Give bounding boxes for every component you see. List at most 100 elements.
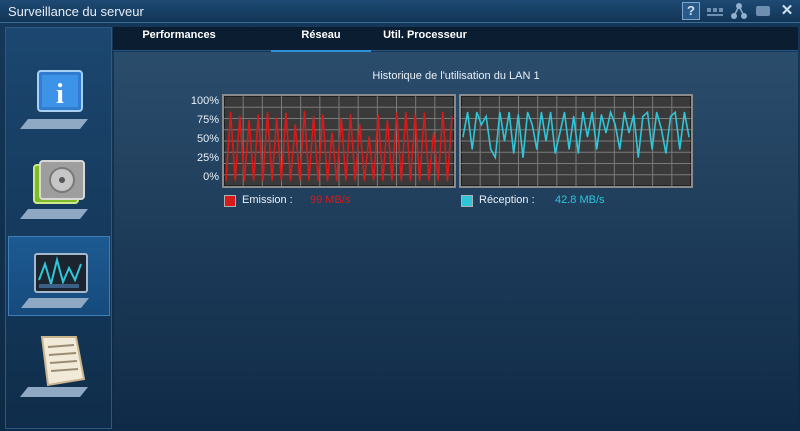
data-point <box>656 111 658 113</box>
data-point <box>467 111 469 113</box>
data-point <box>674 111 676 113</box>
data-point <box>289 179 292 181</box>
sidebar-item-log[interactable] <box>8 326 108 404</box>
data-point <box>225 179 227 181</box>
sidebar-item-monitor[interactable] <box>8 236 110 316</box>
data-point <box>266 111 269 113</box>
tab-reseau[interactable]: Réseau <box>271 27 371 53</box>
data-point <box>285 112 287 114</box>
data-point <box>536 148 538 150</box>
data-point <box>354 179 356 181</box>
data-point <box>391 179 393 181</box>
y-tick-label: 25% <box>196 152 219 164</box>
data-point <box>322 114 324 116</box>
data-point <box>660 128 662 130</box>
data-point <box>359 124 361 126</box>
data-point <box>559 132 561 134</box>
data-point <box>326 179 329 181</box>
network-panel: Historique de l'utilisation du LAN 1 100… <box>114 52 798 430</box>
data-point <box>377 114 379 116</box>
data-point <box>531 124 533 126</box>
data-point <box>517 114 519 116</box>
data-point <box>568 148 570 150</box>
data-point <box>563 111 566 113</box>
data-point <box>409 179 412 181</box>
data-point <box>303 110 306 113</box>
network-icon[interactable] <box>706 2 724 20</box>
data-point <box>573 115 575 117</box>
data-point <box>294 124 296 126</box>
data-point <box>490 148 492 150</box>
data-point <box>600 114 602 116</box>
data-point <box>230 111 232 113</box>
sidebar-item-storage[interactable] <box>8 148 108 226</box>
data-point <box>262 179 264 181</box>
title-bar-icons: ? ✕ <box>682 2 796 20</box>
sidebar-item-info[interactable]: i <box>8 58 108 136</box>
data-point <box>554 152 556 154</box>
emission-legend-swatch <box>224 195 236 207</box>
storage-icon <box>20 160 88 219</box>
log-icon <box>20 336 88 397</box>
data-point <box>480 124 483 126</box>
data-point <box>313 115 315 117</box>
data-point <box>596 148 598 150</box>
close-icon[interactable]: ✕ <box>778 2 796 20</box>
data-point <box>462 136 464 138</box>
data-point <box>545 140 547 142</box>
svg-text:i: i <box>56 79 64 110</box>
reception-graph <box>459 94 693 188</box>
data-point <box>317 179 319 181</box>
window-title: Surveillance du serveur <box>8 4 144 19</box>
data-point <box>257 114 259 116</box>
data-point <box>614 124 616 126</box>
data-point <box>345 179 347 181</box>
data-point <box>637 156 639 158</box>
emission-graph <box>222 94 456 188</box>
data-point <box>651 148 653 150</box>
tab-bar: Performances Réseau Util. Processeur <box>113 27 798 53</box>
data-point <box>619 148 621 150</box>
hierarchy-icon[interactable] <box>730 2 748 20</box>
info-icon: i <box>20 70 88 129</box>
data-point <box>513 152 515 154</box>
data-point <box>526 111 529 113</box>
data-point <box>280 179 282 181</box>
emission-label: Emission : <box>242 194 293 206</box>
data-point <box>503 140 506 142</box>
help-icon[interactable]: ? <box>682 2 700 20</box>
data-point <box>243 179 246 181</box>
tab-util-processeur[interactable]: Util. Processeur <box>365 27 485 50</box>
data-point <box>248 119 250 122</box>
data-point <box>609 111 612 113</box>
data-point <box>419 179 421 181</box>
reception-value: 42.8 MB/s <box>555 194 605 206</box>
data-point <box>331 132 333 134</box>
minimize-icon[interactable] <box>754 2 772 20</box>
data-point <box>423 112 425 114</box>
data-point <box>372 179 375 181</box>
data-point <box>432 132 435 134</box>
data-point <box>336 179 338 181</box>
data-point <box>582 111 584 113</box>
data-point <box>253 179 255 181</box>
tab-performances[interactable]: Performances <box>129 27 229 50</box>
data-point <box>386 119 389 122</box>
server-monitor-window: Surveillance du serveur ? ✕ i Performanc… <box>0 0 800 431</box>
data-point <box>679 148 681 150</box>
data-point <box>437 179 439 181</box>
data-point <box>688 136 690 138</box>
data-point <box>363 179 365 181</box>
data-point <box>485 115 487 117</box>
data-point <box>522 156 524 158</box>
data-point <box>646 111 649 113</box>
data-point <box>471 148 473 150</box>
data-point <box>586 136 589 138</box>
data-point <box>414 114 416 116</box>
data-point <box>499 111 501 113</box>
data-point <box>550 111 552 113</box>
y-tick-label: 0% <box>203 171 219 183</box>
data-point <box>508 111 510 113</box>
reception-legend-swatch <box>461 195 473 207</box>
sidebar: i <box>5 27 112 429</box>
